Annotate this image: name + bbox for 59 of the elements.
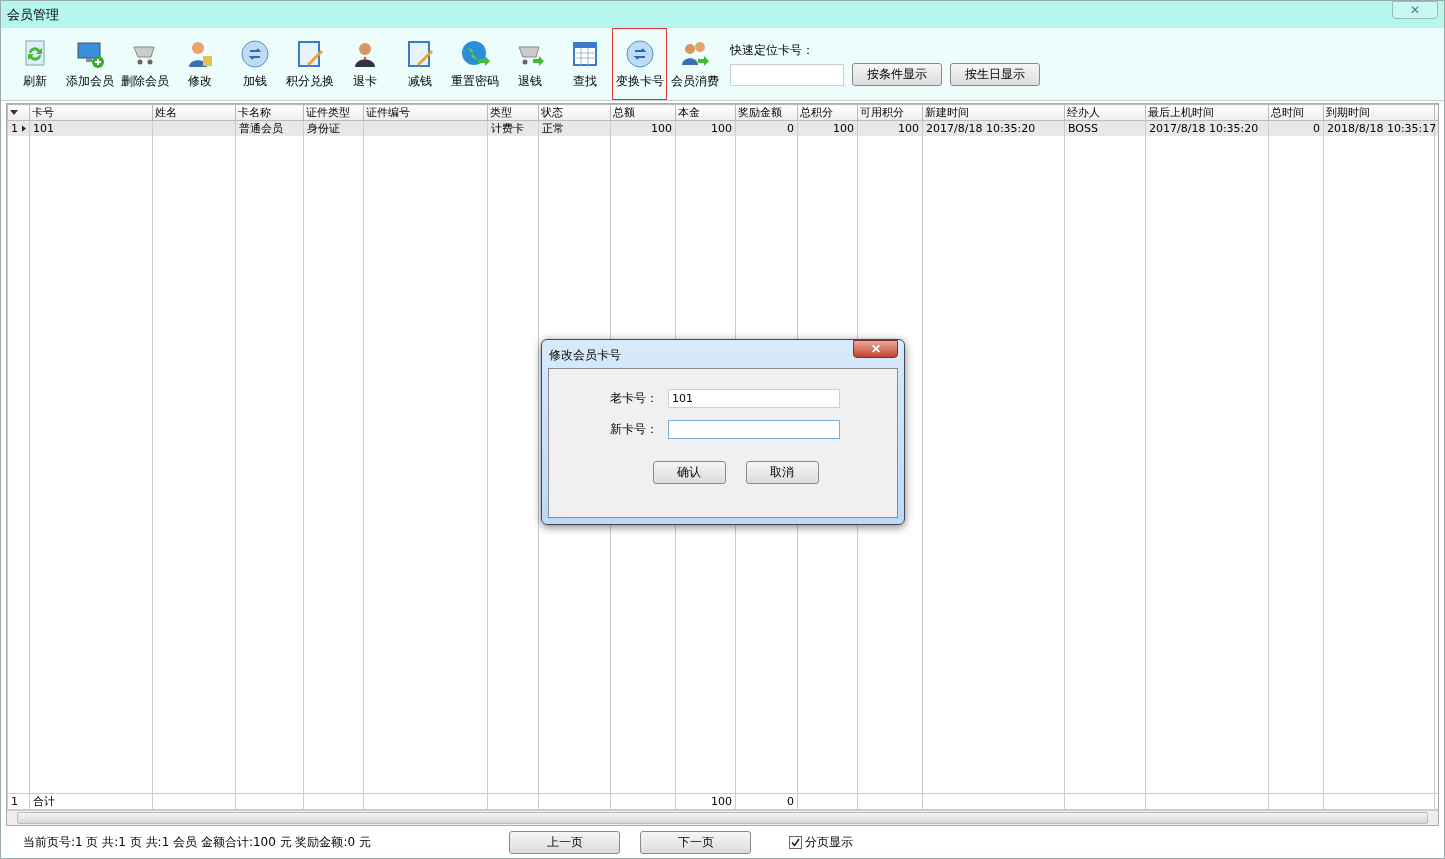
column-header[interactable]: 姓名 [152,104,236,121]
row-indicator: 1 [7,793,30,810]
field-label: 新卡号： [609,421,658,438]
column-header[interactable]: 总时间 [1268,104,1324,121]
column-header[interactable]: 证件编号 [363,104,488,121]
horizontal-scrollbar[interactable] [7,810,1438,825]
filter-button[interactable]: 按生日显示 [950,63,1040,86]
column-header[interactable]: 本金 [675,104,736,121]
dropdown-caret-icon[interactable] [10,110,18,116]
toolbar-button[interactable]: 加钱 [227,28,282,100]
column-header[interactable]: 总积分 [797,104,858,121]
input-field[interactable]: 101 [668,389,840,408]
paging-checkbox[interactable] [789,835,802,849]
toolbar-button[interactable]: 修改 [172,28,227,100]
column-header[interactable]: 新建时间 [922,104,1065,121]
toolbar-button[interactable]: 减钱 [392,28,447,100]
dialog-title: 修改会员卡号 [549,347,621,364]
card-number-field[interactable] [730,63,844,86]
current-row-arrow-icon [22,124,26,133]
toolbar-button[interactable]: 退卡 [337,28,392,100]
toolbar-button[interactable]: 添加会员 [62,28,117,100]
column-header[interactable]: 类型 [487,104,539,121]
column-header[interactable]: 卡名称 [235,104,304,121]
column-header[interactable]: 奖励金额 [735,104,798,121]
column-header[interactable]: 证件类型 [303,104,364,121]
total-cell: 100 [675,793,736,810]
toolbar-button[interactable]: 查找 [557,28,612,100]
column-header[interactable]: 卡号 [29,104,153,121]
column-header[interactable]: 到期时间 [1323,104,1435,121]
toolbar-button[interactable]: 刷新 [7,28,62,100]
filter-button[interactable]: 按条件显示 [852,63,942,86]
globe-arrow-icon [459,38,490,69]
window-title: 会员管理 [7,5,59,24]
column-header[interactable]: 经办人 [1064,104,1146,121]
column-header[interactable]: 状态 [538,104,611,121]
dialog-button[interactable]: 确认 [652,461,726,484]
input-field[interactable] [668,420,840,439]
next-page-button[interactable]: 下一页 [640,830,751,854]
row-number: 1 [11,122,18,135]
field-label: 老卡号： [609,390,658,407]
status-summary: 当前页号:1 页 共:1 页 共:1 会员 金额合计:100 元 奖励金额:0 元 [23,833,372,851]
toolbar-button[interactable]: 变换卡号 [612,28,667,100]
quick-locate-label: 快速定位卡号： [730,42,815,59]
cycle-arrows-icon [239,38,270,69]
total-cell: 0 [735,793,798,810]
close-button[interactable]: ✕ [1392,0,1438,19]
prev-page-button[interactable]: 上一页 [509,830,620,854]
toolbar-button[interactable]: 会员消费 [667,28,722,100]
toolbar-button[interactable]: 重置密码 [447,28,502,100]
cycle-arrows-icon [624,38,655,69]
toolbar-button[interactable]: 退钱 [502,28,557,100]
total-cell: 合计 [29,793,153,810]
toolbar-button[interactable]: 积分兑换 [282,28,337,100]
toolbar-button[interactable]: 删除会员 [117,28,172,100]
column-header[interactable]: 最后上机时间 [1145,104,1269,121]
paging-label: 分页显示 [805,833,853,851]
column-header[interactable]: 总额 [610,104,676,121]
column-header[interactable]: 可用积分 [857,104,923,121]
dialog-button[interactable]: 取消 [745,461,819,484]
